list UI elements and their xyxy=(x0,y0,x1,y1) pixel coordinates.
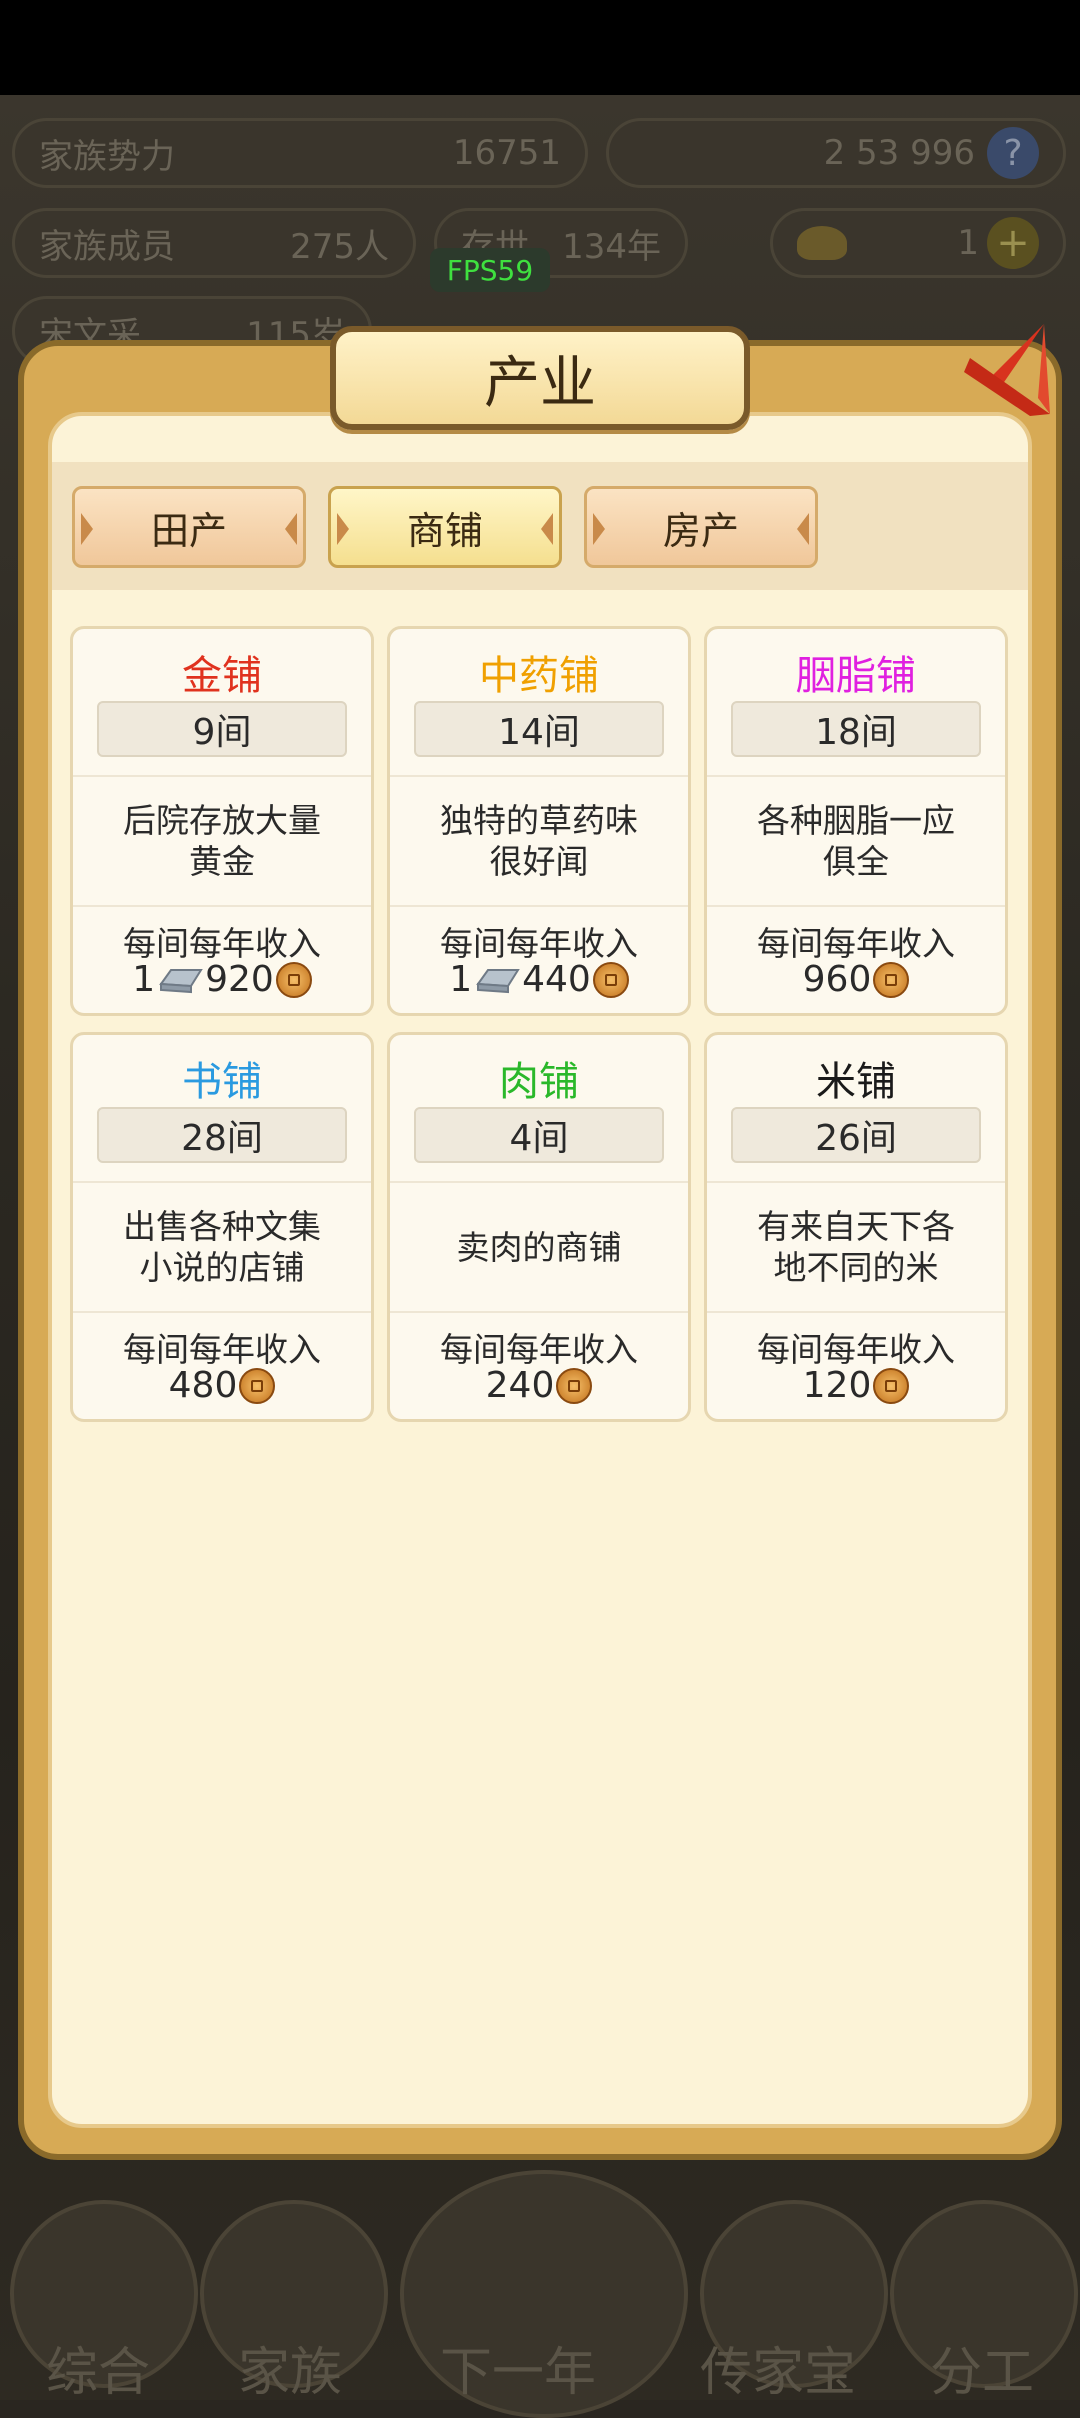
shop-count: 14间 xyxy=(414,701,664,757)
shop-description: 出售各种文集小说的店铺 xyxy=(123,1207,321,1287)
family-power-pill[interactable]: 家族势力 16751 xyxy=(12,118,588,188)
close-button[interactable] xyxy=(960,318,1056,422)
income-label: 每间每年收入 xyxy=(123,924,321,963)
nav-label-family: 家族 xyxy=(238,2343,343,2403)
copper-coin-icon xyxy=(873,1367,910,1404)
income-label: 每间每年收入 xyxy=(757,1330,955,1369)
copper-coin-icon xyxy=(275,961,312,998)
income-label: 每间每年收入 xyxy=(757,924,955,963)
shop-name: 书铺 xyxy=(182,1059,262,1105)
family-members-value: 275人 xyxy=(290,226,389,267)
gold-ingot-icon xyxy=(797,226,847,260)
shop-count: 26间 xyxy=(731,1107,981,1163)
income-copper-value: 120 xyxy=(802,1365,872,1406)
income-label: 每间每年收入 xyxy=(123,1330,321,1369)
silver-ingot-icon xyxy=(157,964,203,996)
income-copper-value: 480 xyxy=(168,1365,238,1406)
shop-card[interactable]: 肉铺 4间 卖肉的商铺 每间每年收入 240 xyxy=(387,1032,691,1422)
shop-count: 4间 xyxy=(414,1107,664,1163)
silver-ingot-icon xyxy=(474,964,520,996)
shop-count: 28间 xyxy=(97,1107,347,1163)
nav-label-general: 综合 xyxy=(46,2343,151,2403)
tab-farmland[interactable]: 田产 xyxy=(72,486,306,568)
currency-pill[interactable]: 2 53 996 ? xyxy=(606,118,1066,188)
copper-coin-icon xyxy=(592,961,629,998)
shop-name: 胭脂铺 xyxy=(796,653,916,699)
family-members-label: 家族成员 xyxy=(39,226,175,267)
family-power-label: 家族势力 xyxy=(39,136,175,177)
income-row: 960 xyxy=(707,959,1005,1000)
shop-card[interactable]: 金铺 9间 后院存放大量黄金 每间每年收入 1 920 xyxy=(70,626,374,1016)
currency-value: 2 53 996 xyxy=(823,133,975,173)
tab-property[interactable]: 房产 xyxy=(584,486,818,568)
income-silver-count: 1 xyxy=(449,959,473,1000)
shop-description: 卖肉的商铺 xyxy=(456,1227,622,1267)
shop-count: 18间 xyxy=(731,701,981,757)
ingot-count: 1 xyxy=(957,223,979,263)
family-members-pill[interactable]: 家族成员 275人 xyxy=(12,208,416,278)
shop-name: 肉铺 xyxy=(499,1059,579,1105)
nav-label-heirloom: 传家宝 xyxy=(700,2343,857,2403)
tab-shops-label: 商铺 xyxy=(406,508,483,553)
shop-description: 各种胭脂一应俱全 xyxy=(757,801,955,881)
help-icon[interactable]: ? xyxy=(987,127,1039,179)
shop-description-box: 后院存放大量黄金 xyxy=(73,775,371,907)
income-copper-value: 240 xyxy=(485,1365,555,1406)
shop-description-box: 独特的草药味很好闻 xyxy=(390,775,688,907)
income-silver-count: 1 xyxy=(132,959,156,1000)
shop-description-box: 出售各种文集小说的店铺 xyxy=(73,1181,371,1313)
shop-card[interactable]: 中药铺 14间 独特的草药味很好闻 每间每年收入 1 440 xyxy=(387,626,691,1016)
shop-description: 独特的草药味很好闻 xyxy=(440,801,638,881)
status-bar xyxy=(0,0,1080,95)
nav-label-next-year: 下一年 xyxy=(440,2343,597,2403)
shop-description-box: 有来自天下各地不同的米 xyxy=(707,1181,1005,1313)
panel-title: 产业 xyxy=(484,350,596,416)
family-power-value: 16751 xyxy=(452,133,561,173)
ingot-pill[interactable]: 1 + xyxy=(770,208,1066,278)
shop-name: 中药铺 xyxy=(479,653,599,699)
copper-coin-icon xyxy=(239,1367,276,1404)
fps-counter: FPS59 xyxy=(430,248,550,292)
shop-card[interactable]: 胭脂铺 18间 各种胭脂一应俱全 每间每年收入 960 xyxy=(704,626,1008,1016)
tab-property-label: 房产 xyxy=(662,508,739,553)
close-icon[interactable] xyxy=(960,318,1056,422)
tab-shops[interactable]: 商铺 xyxy=(328,486,562,568)
shop-description: 后院存放大量黄金 xyxy=(123,801,321,881)
shop-name: 金铺 xyxy=(182,653,262,699)
income-copper-value: 440 xyxy=(522,959,591,1000)
income-copper-value: 920 xyxy=(205,959,274,1000)
shop-name: 米铺 xyxy=(816,1059,896,1105)
shop-card[interactable]: 书铺 28间 出售各种文集小说的店铺 每间每年收入 480 xyxy=(70,1032,374,1422)
add-icon[interactable]: + xyxy=(987,217,1039,269)
bottom-nav: 综合 家族 下一年 传家宝 分工 xyxy=(0,2160,1080,2418)
income-row: 240 xyxy=(390,1365,688,1406)
panel-title-plate: 产业 xyxy=(330,326,750,430)
income-copper-value: 960 xyxy=(802,959,872,1000)
shop-card[interactable]: 米铺 26间 有来自天下各地不同的米 每间每年收入 120 xyxy=(704,1032,1008,1422)
copper-coin-icon xyxy=(556,1367,593,1404)
shop-description-box: 各种胭脂一应俱全 xyxy=(707,775,1005,907)
shop-description-box: 卖肉的商铺 xyxy=(390,1181,688,1313)
alive-value: 134年 xyxy=(562,226,661,267)
income-row: 1 440 xyxy=(390,959,688,1000)
income-label: 每间每年收入 xyxy=(440,1330,638,1369)
income-row: 480 xyxy=(73,1365,371,1406)
nav-label-division: 分工 xyxy=(930,2343,1035,2403)
copper-coin-icon xyxy=(873,961,910,998)
shop-description: 有来自天下各地不同的米 xyxy=(757,1207,955,1287)
tab-farmland-label: 田产 xyxy=(150,508,227,553)
income-row: 120 xyxy=(707,1365,1005,1406)
income-label: 每间每年收入 xyxy=(440,924,638,963)
income-row: 1 920 xyxy=(73,959,371,1000)
shop-count: 9间 xyxy=(97,701,347,757)
